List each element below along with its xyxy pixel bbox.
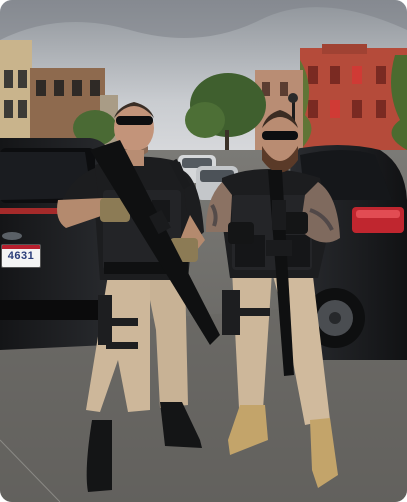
license-plate-number: 4631 bbox=[7, 250, 35, 262]
license-plate: 4631 bbox=[1, 244, 41, 268]
street-photo bbox=[0, 0, 407, 502]
building-left bbox=[0, 40, 32, 150]
license-plate-band bbox=[2, 245, 40, 249]
photo-frame: 4631 bbox=[0, 0, 407, 502]
